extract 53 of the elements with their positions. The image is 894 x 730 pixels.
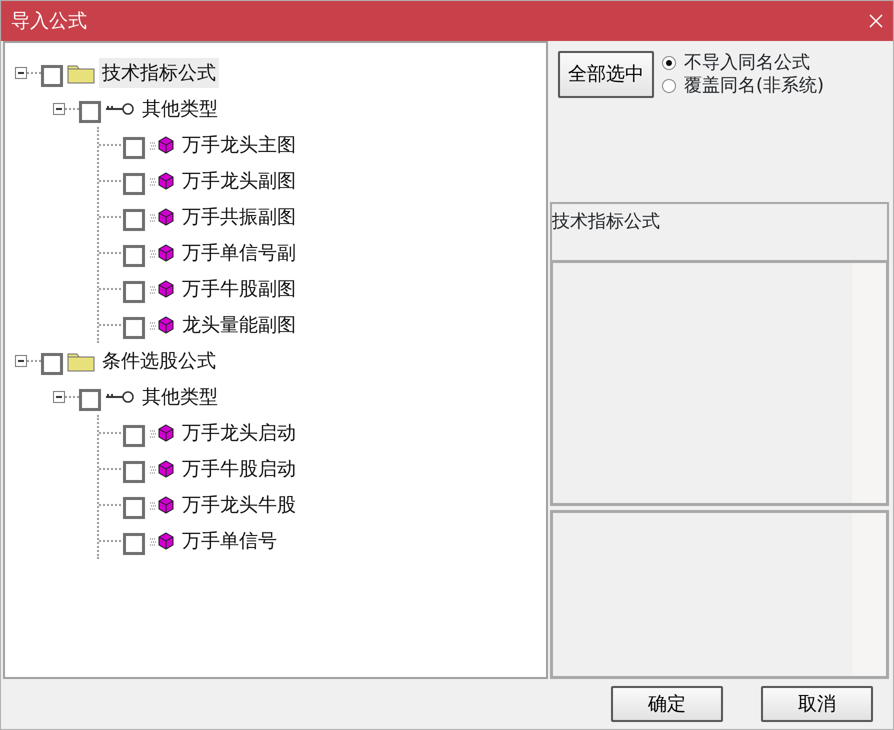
cube-icon <box>149 136 175 154</box>
cube-icon <box>149 496 175 514</box>
checkbox[interactable] <box>123 317 145 339</box>
tree-item[interactable]: 龙头量能副图 <box>179 310 299 340</box>
checkbox[interactable] <box>41 353 63 375</box>
checkbox[interactable] <box>123 425 145 447</box>
radio-label[interactable]: 覆盖同名(非系统) <box>684 74 824 98</box>
checkbox[interactable] <box>123 533 145 555</box>
tree-item[interactable]: 万手龙头副图 <box>179 166 299 196</box>
cube-icon <box>149 172 175 190</box>
cube-icon <box>149 316 175 334</box>
cube-icon <box>149 244 175 262</box>
radio-label[interactable]: 不导入同名公式 <box>684 51 810 74</box>
ok-button[interactable]: 确定 <box>611 686 723 722</box>
checkbox[interactable] <box>123 173 145 195</box>
tree-item[interactable]: 万手龙头牛股 <box>179 490 299 520</box>
checkbox[interactable] <box>123 497 145 519</box>
key-icon <box>105 390 135 404</box>
tree-item[interactable]: 万手单信号 <box>179 526 280 556</box>
checkbox[interactable] <box>123 137 145 159</box>
checkbox[interactable] <box>41 65 63 87</box>
tree-item[interactable]: 万手龙头启动 <box>179 418 299 448</box>
key-icon <box>105 102 135 116</box>
cube-icon <box>149 424 175 442</box>
cancel-button[interactable]: 取消 <box>761 686 873 722</box>
cube-icon <box>149 208 175 226</box>
cube-icon <box>149 460 175 478</box>
checkbox[interactable] <box>123 461 145 483</box>
tree-item[interactable]: 万手龙头主图 <box>179 130 299 160</box>
tree-item[interactable]: 万手单信号副 <box>179 238 299 268</box>
collapse-icon[interactable] <box>15 355 27 367</box>
close-icon[interactable] <box>869 14 883 28</box>
collapse-icon[interactable] <box>15 67 27 79</box>
checkbox[interactable] <box>123 209 145 231</box>
radio-button[interactable] <box>662 79 676 94</box>
tree-item[interactable]: 其他类型 <box>139 94 221 124</box>
checkbox[interactable] <box>79 101 101 123</box>
select-all-button[interactable]: 全部选中 <box>558 51 654 98</box>
tree-item[interactable]: 万手牛股副图 <box>179 274 299 304</box>
tree-item[interactable]: 技术指标公式 <box>99 58 219 88</box>
collapse-icon[interactable] <box>53 391 65 403</box>
window-title: 导入公式 <box>11 8 87 34</box>
cube-icon <box>149 532 175 550</box>
tree-item[interactable]: 其他类型 <box>139 382 221 412</box>
cube-icon <box>149 280 175 298</box>
collapse-icon[interactable] <box>53 103 65 115</box>
checkbox[interactable] <box>123 281 145 303</box>
checkbox[interactable] <box>123 245 145 267</box>
tree-item[interactable]: 条件选股公式 <box>99 346 219 376</box>
tree-item[interactable]: 万手牛股启动 <box>179 454 299 484</box>
checkbox[interactable] <box>79 389 101 411</box>
radio-button[interactable] <box>662 56 676 70</box>
tree-item[interactable]: 万手共振副图 <box>179 202 299 232</box>
